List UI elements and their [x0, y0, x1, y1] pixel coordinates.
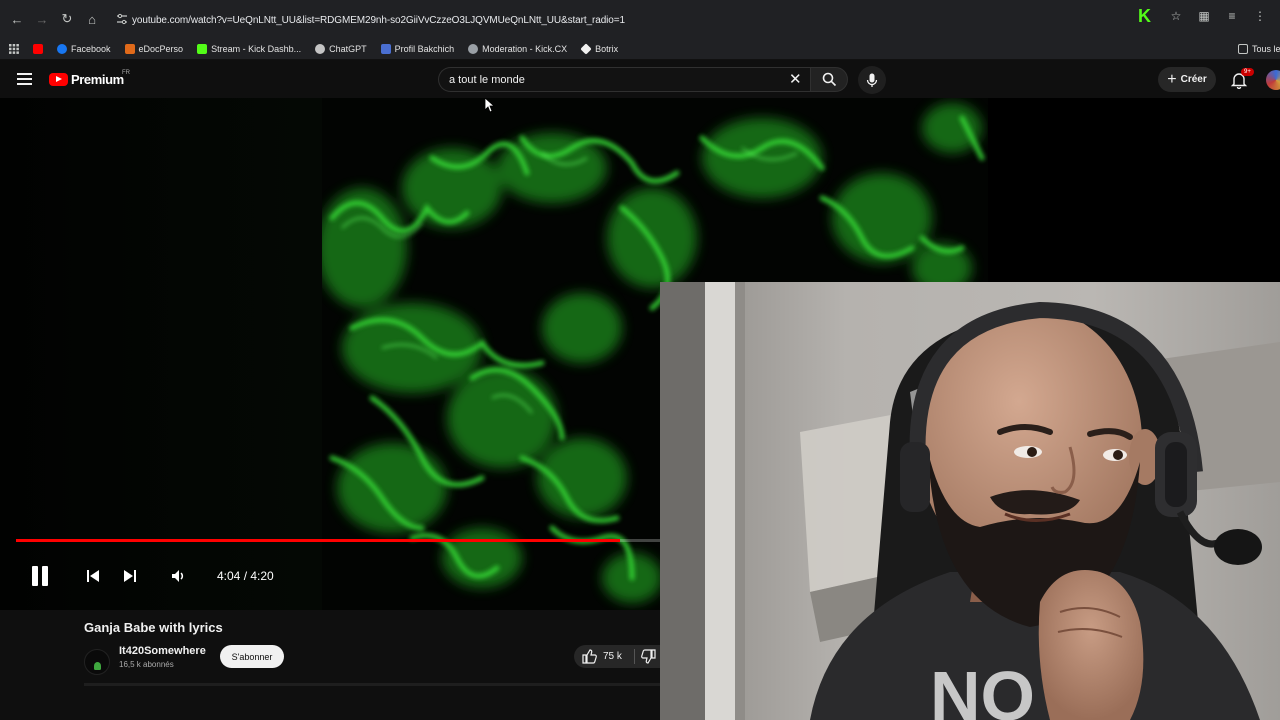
bookmark-youtube[interactable]: [33, 43, 43, 54]
like-thumb-icon[interactable]: [582, 649, 597, 664]
hamburger-menu-icon[interactable]: [17, 73, 32, 85]
bookmark-moderation-kick[interactable]: Moderation - Kick.CX: [468, 43, 567, 54]
bookmarks-bar: Facebook eDocPerso Stream - Kick Dashb..…: [0, 38, 1280, 60]
subscribe-button[interactable]: S'abonner: [220, 645, 284, 668]
account-avatar[interactable]: [1266, 70, 1280, 90]
plus-icon: +: [1167, 70, 1177, 88]
volume-icon[interactable]: [170, 568, 186, 584]
mouse-cursor-icon: [485, 98, 495, 113]
player-controls: 4:04 / 4:20: [0, 560, 660, 592]
url-text: youtube.com/watch?v=UeQnLNtt_UU&list=RDG…: [132, 14, 625, 26]
next-track-icon[interactable]: [123, 569, 137, 583]
reading-list-icon[interactable]: ≡: [1224, 8, 1240, 24]
folder-icon: [1238, 43, 1248, 54]
kick-icon: [197, 43, 208, 54]
apps-icon[interactable]: [9, 43, 19, 54]
channel-avatar[interactable]: [84, 649, 110, 675]
description-box-edge: [84, 683, 660, 686]
bookmark-edocperso[interactable]: eDocPerso: [124, 43, 183, 54]
forward-icon[interactable]: →: [31, 8, 53, 30]
bookmark-kick-dashboard[interactable]: Stream - Kick Dashb...: [197, 43, 301, 54]
browser-menu-icon[interactable]: ⋮: [1252, 8, 1268, 24]
chatgpt-icon: [315, 43, 326, 54]
youtube-play-logo-icon: [49, 73, 68, 86]
subscriber-count: 16,5 k abonnés: [119, 660, 174, 669]
country-code: FR: [122, 70, 130, 76]
search-input-value: a tout le monde: [449, 74, 525, 86]
search-icon: [822, 72, 836, 87]
extensions-icon[interactable]: ▦: [1196, 8, 1212, 24]
player-backdrop: [0, 98, 322, 610]
bookmark-chatgpt[interactable]: ChatGPT: [315, 43, 367, 54]
webcam-feed-image: NO: [660, 282, 1280, 720]
facebook-icon: [57, 43, 67, 54]
dislike-thumb-icon[interactable]: [641, 649, 656, 664]
botrix-icon: [580, 42, 592, 55]
notification-badge: 9+: [1241, 68, 1254, 76]
divider: [633, 649, 635, 664]
moderation-icon: [468, 43, 479, 54]
search-button[interactable]: [810, 67, 848, 92]
all-bookmarks-folder[interactable]: Tous les: [1238, 43, 1280, 54]
microphone-icon: [866, 73, 878, 87]
video-info: Ganja Babe with lyrics It420Somewhere 16…: [0, 610, 660, 720]
address-bar[interactable]: youtube.com/watch?v=UeQnLNtt_UU&list=RDG…: [104, 8, 1204, 32]
voice-search-button[interactable]: [858, 66, 886, 94]
bakchich-icon: [380, 43, 391, 54]
home-icon[interactable]: ⌂: [81, 8, 103, 30]
channel-name[interactable]: It420Somewhere: [119, 645, 206, 657]
bookmark-botrix[interactable]: Botrix: [580, 42, 618, 55]
progress-bar-fill: [16, 539, 621, 542]
edocperso-icon: [124, 43, 135, 54]
time-display: 4:04 / 4:20: [217, 569, 274, 583]
bookmark-star-icon[interactable]: ☆: [1168, 8, 1184, 24]
svg-text:NO: NO: [930, 657, 1035, 720]
search-input[interactable]: a tout le monde ✕: [438, 67, 812, 92]
bookmark-profil-bakchich[interactable]: Profil Bakchich: [380, 43, 454, 54]
progress-bar[interactable]: [16, 539, 660, 542]
youtube-premium-logo[interactable]: Premium: [49, 72, 124, 87]
webcam-overlay: NO: [660, 282, 1280, 720]
like-dislike-group: 75 k: [574, 645, 660, 668]
reload-icon[interactable]: ↻: [56, 8, 78, 30]
back-icon[interactable]: ←: [6, 8, 28, 30]
browser-toolbar: ← → ↻ ⌂ youtube.com/watch?v=UeQnLNtt_UU&…: [0, 0, 1280, 38]
previous-track-icon[interactable]: [86, 569, 100, 583]
kick-extension-icon[interactable]: K: [1138, 7, 1156, 25]
like-count: 75 k: [603, 651, 622, 662]
pause-button[interactable]: [32, 566, 50, 586]
youtube-header: Premium FR a tout le monde ✕ + Créer 9+: [0, 60, 1280, 98]
bookmark-facebook[interactable]: Facebook: [57, 43, 111, 54]
create-button[interactable]: + Créer: [1158, 67, 1216, 92]
youtube-icon: [33, 43, 43, 54]
site-settings-icon[interactable]: [116, 13, 128, 25]
clear-search-icon[interactable]: ✕: [789, 72, 802, 87]
video-title: Ganja Babe with lyrics: [84, 620, 223, 635]
